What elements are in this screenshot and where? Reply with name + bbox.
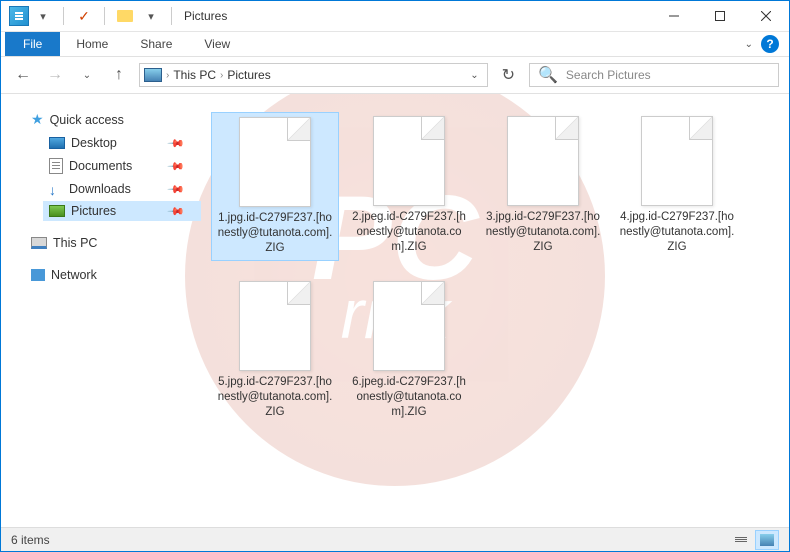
qat-customize[interactable]: ▾ <box>139 5 163 27</box>
file-name: 1.jpg.id-C279F237.[honestly@tutanota.com… <box>216 211 334 256</box>
view-details-button[interactable] <box>729 530 753 550</box>
breadcrumb-segment[interactable]: This PC <box>173 68 216 82</box>
view-large-button[interactable] <box>755 530 779 550</box>
sidebar-item-downloads[interactable]: Downloads 📌 <box>43 179 201 199</box>
star-icon: ★ <box>31 111 44 128</box>
search-input[interactable]: 🔍 Search Pictures <box>529 63 779 87</box>
search-placeholder: Search Pictures <box>566 68 651 82</box>
file-item[interactable]: 3.jpg.id-C279F237.[honestly@tutanota.com… <box>479 112 607 261</box>
ribbon: File Home Share View ⌄ ? <box>1 32 789 57</box>
file-item[interactable]: 6.jpeg.id-C279F237.[honestly@tutanota.co… <box>345 277 473 424</box>
status-text: 6 items <box>11 533 50 547</box>
sidebar-this-pc[interactable]: This PC <box>25 233 201 253</box>
qat-dropdown[interactable]: ▾ <box>31 5 55 27</box>
file-name: 6.jpeg.id-C279F237.[honestly@tutanota.co… <box>349 375 469 420</box>
explorer-icon <box>9 6 29 26</box>
address-dropdown[interactable]: ⌄ <box>466 70 482 81</box>
sidebar-item-documents[interactable]: Documents 📌 <box>43 155 201 177</box>
sidebar-item-pictures[interactable]: Pictures 📌 <box>43 201 201 221</box>
tab-share[interactable]: Share <box>124 33 188 55</box>
file-thumb-icon <box>507 116 579 206</box>
pin-icon: 📌 <box>167 157 186 176</box>
file-name: 2.jpeg.id-C279F237.[honestly@tutanota.co… <box>349 210 469 255</box>
addressbar: ← → ⌄ ↑ › This PC › Pictures ⌄ ↻ 🔍 Searc… <box>1 57 789 94</box>
refresh-button[interactable]: ↻ <box>496 65 521 85</box>
tab-view[interactable]: View <box>188 33 246 55</box>
documents-icon <box>49 158 63 174</box>
statusbar: 6 items <box>1 527 789 551</box>
titlebar: ▾ ✓ ▾ Pictures <box>1 1 789 32</box>
network-icon <box>31 269 45 281</box>
file-name: 3.jpg.id-C279F237.[honestly@tutanota.com… <box>483 210 603 255</box>
large-icons-icon <box>760 534 774 546</box>
sidebar-label: Desktop <box>71 136 117 150</box>
up-button[interactable]: ↑ <box>107 63 131 87</box>
file-item[interactable]: 1.jpg.id-C279F237.[honestly@tutanota.com… <box>211 112 339 261</box>
sidebar-label: Downloads <box>69 182 131 196</box>
desktop-icon <box>49 137 65 149</box>
file-name: 4.jpg.id-C279F237.[honestly@tutanota.com… <box>617 210 737 255</box>
pin-icon: 📌 <box>167 202 186 221</box>
location-icon <box>144 68 162 82</box>
file-thumb-icon <box>239 117 311 207</box>
sidebar-network[interactable]: Network <box>25 265 201 285</box>
file-item[interactable]: 5.jpg.id-C279F237.[honestly@tutanota.com… <box>211 277 339 424</box>
ribbon-expand-icon[interactable]: ⌄ <box>745 39 753 50</box>
qat-newfolder[interactable] <box>113 5 137 27</box>
recent-dropdown[interactable]: ⌄ <box>75 63 99 87</box>
sidebar-label: Documents <box>69 159 132 173</box>
sidebar-label: Network <box>51 268 97 282</box>
chevron-right-icon: › <box>220 70 223 81</box>
details-icon <box>735 537 747 542</box>
sidebar-label: This PC <box>53 236 97 250</box>
sidebar-label: Pictures <box>71 204 116 218</box>
chevron-right-icon: › <box>166 70 169 81</box>
help-icon[interactable]: ? <box>761 35 779 53</box>
sidebar: ★ Quick access Desktop 📌 Documents 📌 Dow… <box>1 94 201 527</box>
breadcrumb-segment[interactable]: Pictures <box>227 68 270 82</box>
file-thumb-icon <box>239 281 311 371</box>
file-thumb-icon <box>641 116 713 206</box>
pin-icon: 📌 <box>167 180 186 199</box>
downloads-icon <box>49 182 63 196</box>
pictures-icon <box>49 205 65 217</box>
sidebar-quick-access[interactable]: ★ Quick access <box>25 108 201 131</box>
search-icon: 🔍 <box>538 65 558 85</box>
forward-button[interactable]: → <box>43 63 67 87</box>
back-button[interactable]: ← <box>11 63 35 87</box>
file-tab[interactable]: File <box>5 32 60 56</box>
file-item[interactable]: 2.jpeg.id-C279F237.[honestly@tutanota.co… <box>345 112 473 261</box>
minimize-button[interactable] <box>651 1 697 31</box>
close-button[interactable] <box>743 1 789 31</box>
pin-icon: 📌 <box>167 134 186 153</box>
file-thumb-icon <box>373 116 445 206</box>
file-item[interactable]: 4.jpg.id-C279F237.[honestly@tutanota.com… <box>613 112 741 261</box>
tab-home[interactable]: Home <box>60 33 124 55</box>
window-title: Pictures <box>184 9 227 23</box>
address-box[interactable]: › This PC › Pictures ⌄ <box>139 63 488 87</box>
pc-icon <box>31 237 47 249</box>
sidebar-label: Quick access <box>50 113 124 127</box>
sidebar-item-desktop[interactable]: Desktop 📌 <box>43 133 201 153</box>
maximize-button[interactable] <box>697 1 743 31</box>
file-thumb-icon <box>373 281 445 371</box>
file-list[interactable]: 1.jpg.id-C279F237.[honestly@tutanota.com… <box>201 94 789 527</box>
file-name: 5.jpg.id-C279F237.[honestly@tutanota.com… <box>215 375 335 420</box>
qat-properties[interactable]: ✓ <box>72 5 96 27</box>
